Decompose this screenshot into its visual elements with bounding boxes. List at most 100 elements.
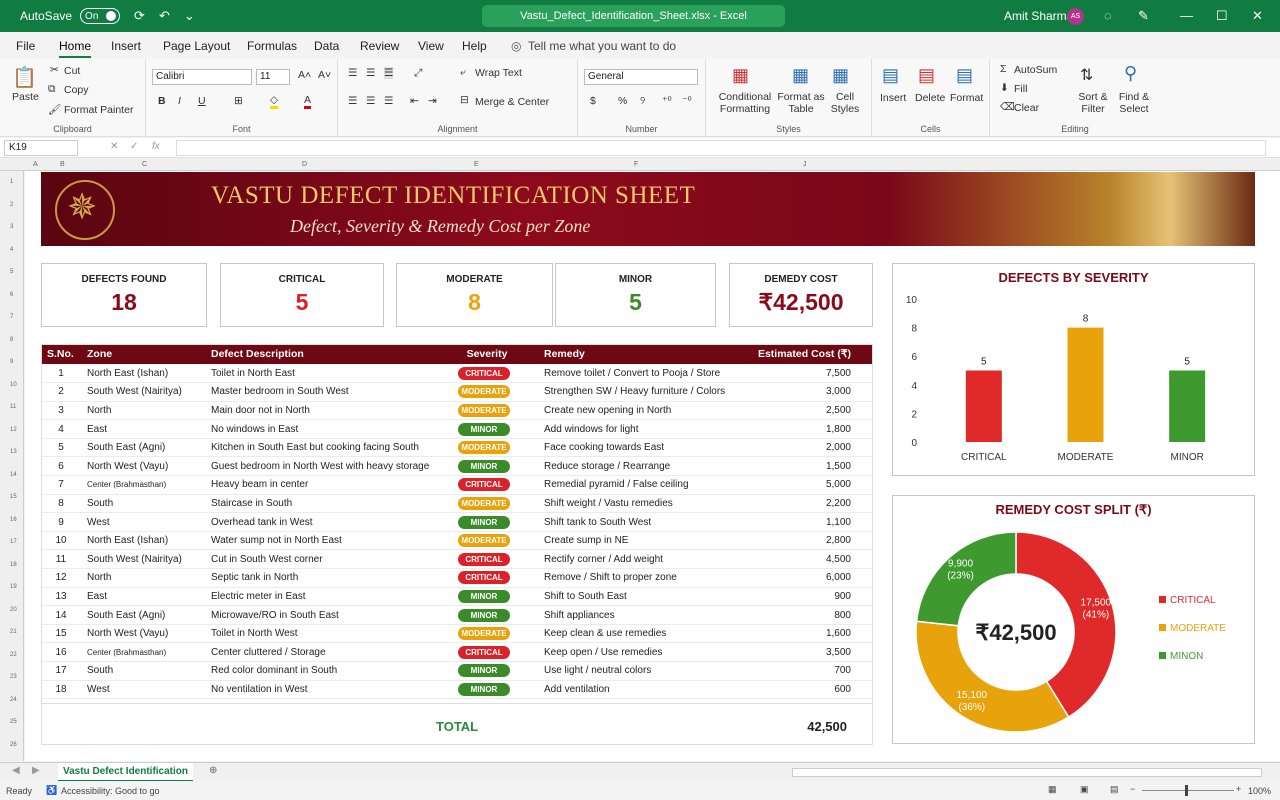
paste-icon[interactable]: 📋 (12, 65, 37, 90)
cell-severity[interactable]: MODERATE (430, 531, 538, 551)
cell-zone[interactable]: Center (Brahmasthan) (81, 642, 205, 662)
bar[interactable] (1067, 327, 1104, 442)
cell-sno[interactable]: 18 (41, 680, 81, 700)
font-color-icon[interactable]: A (304, 94, 312, 109)
row-header[interactable]: 8 (10, 337, 13, 343)
table-row[interactable]: 4 East No windows in East MINOR Add windows … (41, 419, 873, 439)
cell-cost[interactable]: 1,500 (734, 456, 873, 477)
cell-cost[interactable]: 2,200 (734, 494, 873, 514)
cell-sno[interactable]: 9 (41, 512, 81, 532)
minimize-icon[interactable]: — (1180, 8, 1193, 23)
cell-zone[interactable]: South West (Nairitya) (81, 382, 205, 402)
cell-sno[interactable]: 14 (41, 605, 81, 625)
cell-severity[interactable]: MINOR (430, 605, 538, 625)
format-cells-button[interactable]: Format (950, 92, 983, 104)
cell-sno[interactable]: 17 (41, 661, 81, 681)
cell-zone[interactable]: East (81, 419, 205, 439)
customize-qat-icon[interactable]: ⌄ (184, 8, 195, 24)
cell-cost[interactable]: 700 (734, 661, 873, 681)
cell-severity[interactable]: MODERATE (430, 494, 538, 514)
row-header[interactable]: 9 (10, 359, 13, 365)
cell-severity[interactable]: MINOR (430, 512, 538, 532)
cell-sno[interactable]: 15 (41, 624, 81, 644)
cell-severity[interactable]: MINOR (430, 419, 538, 439)
column-header[interactable]: D (302, 161, 307, 168)
table-row[interactable]: 14 South East (Agni) Microwave/RO in South… (41, 605, 873, 625)
row-header[interactable]: 23 (10, 674, 17, 680)
cell-remedy[interactable]: Remove toilet / Convert to Pooja / Store (538, 364, 734, 384)
cell-defect[interactable]: Guest bedroom in North West with heavy s… (205, 456, 430, 477)
cell-defect[interactable]: Toilet in North West (205, 624, 430, 644)
column-header[interactable]: F (634, 161, 638, 168)
close-icon[interactable]: ✕ (1252, 8, 1263, 24)
cell-defect[interactable]: Red color dominant in South (205, 661, 430, 681)
cell-remedy[interactable]: Add windows for light (538, 419, 734, 439)
cell-zone[interactable]: East (81, 587, 205, 607)
row-header[interactable]: 1 (10, 179, 13, 185)
row-header[interactable]: 24 (10, 697, 17, 703)
align-top-icon[interactable]: ☰ (348, 67, 357, 79)
cell-defect[interactable]: No windows in East (205, 419, 430, 439)
currency-icon[interactable]: $ (590, 95, 596, 107)
column-header[interactable]: E (474, 161, 479, 168)
row-header[interactable]: 26 (10, 742, 17, 748)
cell-zone[interactable]: West (81, 512, 205, 532)
conditional-formatting-icon[interactable]: ▦ (732, 65, 749, 86)
cell-zone[interactable]: North East (Ishan) (81, 364, 205, 384)
cell-sno[interactable]: 13 (41, 587, 81, 607)
cell-remedy[interactable]: Rectify corner / Add weight (538, 549, 734, 570)
cell-defect[interactable]: Master bedroom in South West (205, 382, 430, 402)
borders-icon[interactable]: ⊞ (234, 95, 243, 107)
cell-zone[interactable]: South East (Agni) (81, 605, 205, 625)
cell-severity[interactable]: CRITICAL (430, 568, 538, 588)
number-format-select[interactable]: General (584, 69, 698, 85)
format-as-table-button[interactable]: Format as Table (776, 91, 826, 115)
table-row[interactable]: 11 South West (Nairitya) Cut in South West… (41, 549, 873, 570)
prev-sheet-icon[interactable]: ◀ (12, 765, 20, 776)
conditional-formatting-button[interactable]: Conditional Formatting (714, 91, 776, 115)
avatar[interactable]: AS (1067, 8, 1084, 25)
autosave-toggle[interactable]: On (80, 8, 121, 24)
cell-cost[interactable]: 2,000 (734, 438, 873, 458)
enter-icon[interactable]: ✓ (130, 141, 138, 152)
cut-icon[interactable]: ✂ (50, 64, 59, 76)
cell-sno[interactable]: 3 (41, 401, 81, 421)
copy-icon[interactable]: ⧉ (48, 83, 56, 96)
cell-sno[interactable]: 16 (41, 642, 81, 662)
align-middle-icon[interactable]: ☰ (366, 67, 375, 79)
column-header[interactable]: C (142, 161, 147, 168)
cell-zone[interactable]: South West (Nairitya) (81, 549, 205, 570)
header-cost[interactable]: Estimated Cost (₹) (734, 344, 873, 364)
cell-severity[interactable]: MODERATE (430, 624, 538, 644)
table-row[interactable]: 10 North East (Ishan) Water sump not in No… (41, 531, 873, 551)
row-header[interactable]: 20 (10, 607, 17, 613)
table-row[interactable]: 12 North Septic tank in North CRITICAL Remov… (41, 568, 873, 588)
cell-remedy[interactable]: Add ventilation (538, 680, 734, 700)
autosum-icon[interactable]: Σ (1000, 63, 1007, 75)
row-header[interactable]: 17 (10, 539, 17, 545)
cell-remedy[interactable]: Strengthen SW / Heavy furniture / Colors (538, 382, 734, 402)
column-header[interactable]: B (60, 161, 65, 168)
cell-defect[interactable]: Water sump not in North East (205, 531, 430, 551)
row-header[interactable]: 3 (10, 224, 13, 230)
row-header[interactable]: 5 (10, 269, 13, 275)
table-row[interactable]: 3 North Main door not in North MODERATE Crea… (41, 401, 873, 421)
row-header[interactable]: 25 (10, 719, 17, 725)
cell-cost[interactable]: 1,800 (734, 419, 873, 439)
underline-icon[interactable]: U (198, 95, 206, 107)
paste-button[interactable]: Paste (12, 91, 39, 103)
row-header[interactable]: 21 (10, 629, 17, 635)
tab-formulas[interactable]: Formulas (247, 39, 297, 53)
cell-severity[interactable]: MODERATE (430, 401, 538, 421)
cell-defect[interactable]: Overhead tank in West (205, 512, 430, 532)
cell-severity[interactable]: MINOR (430, 456, 538, 477)
cell-sno[interactable]: 6 (41, 456, 81, 477)
cell-zone[interactable]: North (81, 568, 205, 588)
find-select-button[interactable]: Find & Select (1114, 91, 1154, 115)
table-row[interactable]: 2 South West (Nairitya) Master bedroom in … (41, 382, 873, 402)
accessibility-icon[interactable]: ♿ (46, 785, 57, 796)
align-bottom-icon[interactable]: ☰ (384, 67, 394, 79)
cell-sno[interactable]: 4 (41, 419, 81, 439)
header-remedy[interactable]: Remedy (538, 344, 734, 364)
cell-defect[interactable]: Cut in South West corner (205, 549, 430, 570)
